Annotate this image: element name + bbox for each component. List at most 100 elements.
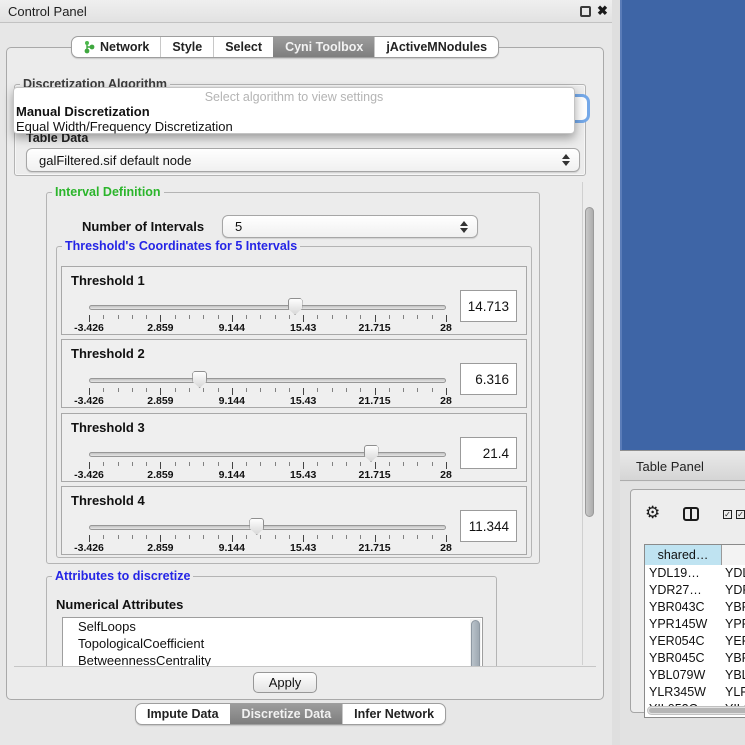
slider-tick-label: 21.715 [345,469,405,481]
table-row[interactable]: YBR043CYBR0 [645,600,745,617]
cell-name[interactable]: YDL1 [722,566,745,583]
slider-tick [346,388,347,392]
node-attribute-table[interactable]: shared… na YDL19…YDL1YDR27…YDR2YBR043CYB… [644,544,745,718]
tab-infer-network[interactable]: Infer Network [342,704,445,724]
list-scrollbar-thumb[interactable] [471,620,480,667]
slider-tick [375,462,376,469]
column-header-name[interactable]: na [722,545,745,565]
threshold-value-field[interactable]: 21.4 [460,437,517,469]
tab-label: Impute Data [147,707,219,721]
columns-icon[interactable] [683,507,699,521]
cell-name[interactable]: YDR2 [722,583,745,600]
network-icon [83,40,95,54]
algorithm-option-equal-width[interactable]: Equal Width/Frequency Discretization [16,119,233,134]
tab-network[interactable]: Network [72,37,160,57]
numerical-attributes-list[interactable]: SelfLoopsTopologicalCoefficientBetweenne… [62,617,483,667]
tab-discretize-data[interactable]: Discretize Data [230,704,343,724]
threshold-row-2: Threshold 2-3.4262.8599.14415.4321.71528… [61,339,527,408]
slider-tick [289,315,290,319]
threshold-row-1: Threshold 1-3.4262.8599.14415.4321.71528… [61,266,527,335]
algorithm-option-manual[interactable]: Manual Discretization [16,104,150,119]
attribute-list-item[interactable]: BetweennessCentrality [63,652,482,667]
column-header-shared-name[interactable]: shared… [645,545,722,565]
table-row[interactable]: YBR045CYBR0 [645,651,745,668]
slider-handle[interactable] [288,298,303,315]
slider-track[interactable] [89,305,446,310]
slider-track[interactable] [89,378,446,383]
threshold-value-field[interactable]: 14.713 [460,290,517,322]
float-window-icon[interactable] [580,6,591,17]
tab-cyni-toolbox[interactable]: Cyni Toolbox [273,37,374,57]
cell-shared-name[interactable]: YDR27… [645,583,722,600]
cell-name[interactable]: YBL0 [722,668,745,685]
slider-tick-label: 9.144 [202,469,262,481]
cell-shared-name[interactable]: YBR045C [645,651,722,668]
cytoscape-desktop: GAL80GACGAL11GAL4GCY1HHAP2 [620,0,745,450]
checkbox-icon[interactable]: ✓ [736,510,745,519]
table-toolbar-frame: ⚙ ✓ ✓ shared… na YDL19…YDL1YDR27…YDR2YBR… [630,489,745,713]
slider-tick [432,315,433,319]
slider-tick [103,315,104,319]
table-row[interactable]: YBL079WYBL0 [645,668,745,685]
threshold-value-field[interactable]: 11.344 [460,510,517,542]
slider-tick [232,388,233,395]
cell-name[interactable]: YER0 [722,634,745,651]
tab-select[interactable]: Select [213,37,273,57]
interval-definition-title: Interval Definition [52,185,164,199]
slider-track[interactable] [89,452,446,457]
cell-shared-name[interactable]: YBR043C [645,600,722,617]
cell-name[interactable]: YBR0 [722,600,745,617]
tab-style[interactable]: Style [160,37,213,57]
number-of-intervals-combobox[interactable]: 5 [222,215,478,238]
panel-scrollbar-thumb[interactable] [585,207,594,517]
cell-shared-name[interactable]: YLR345W [645,685,722,702]
table-row[interactable]: YPR145WYPR1 [645,617,745,634]
list-scrollbar[interactable] [470,619,481,667]
table-scrollbar-thumb[interactable] [649,708,745,713]
slider-tick [375,315,376,322]
attribute-list-item[interactable]: TopologicalCoefficient [63,635,482,652]
cell-name[interactable]: YPR1 [722,617,745,634]
slider-tick [432,535,433,539]
attribute-list-item[interactable]: SelfLoops [63,618,482,635]
cell-shared-name[interactable]: YER054C [645,634,722,651]
table-data-combobox[interactable]: galFiltered.sif default node [26,148,580,172]
slider-handle[interactable] [249,518,264,535]
slider-tick [289,535,290,539]
slider-tick [275,535,276,539]
checkbox-icon[interactable]: ✓ [723,510,732,519]
slider-tick [446,462,447,469]
gear-icon[interactable]: ⚙ [645,504,660,521]
combo-spinner-icon [561,154,570,166]
slider-tick [260,462,261,466]
close-icon[interactable]: ✖ [597,3,608,19]
cell-shared-name[interactable]: YBL079W [645,668,722,685]
slider-tick [389,315,390,319]
tab-impute-data[interactable]: Impute Data [136,704,230,724]
slider-tick [189,462,190,466]
panel-title: Control Panel [8,4,87,19]
panel-scrollbar[interactable] [582,182,595,665]
slider-tick [203,315,204,319]
slider-tick [360,462,361,466]
slider-track[interactable] [89,525,446,530]
table-row[interactable]: YER054CYER0 [645,634,745,651]
slider-tick [89,315,90,322]
table-row[interactable]: YLR345WYLR3 [645,685,745,702]
slider-handle[interactable] [192,371,207,388]
tab-label: Network [100,40,149,54]
slider-tick [146,315,147,319]
tab-jactivemnodules[interactable]: jActiveMNodules [374,37,498,57]
table-row[interactable]: YDL19…YDL1 [645,566,745,583]
cell-name[interactable]: YLR3 [722,685,745,702]
threshold-label: Threshold 3 [71,420,145,435]
cell-shared-name[interactable]: YDL19… [645,566,722,583]
slider-tick [118,388,119,392]
table-row[interactable]: YDR27…YDR2 [645,583,745,600]
threshold-value-field[interactable]: 6.316 [460,363,517,395]
cell-name[interactable]: YBR0 [722,651,745,668]
cell-shared-name[interactable]: YPR145W [645,617,722,634]
slider-handle[interactable] [364,445,379,462]
table-horizontal-scrollbar[interactable] [647,706,745,715]
apply-button[interactable]: Apply [253,672,317,693]
